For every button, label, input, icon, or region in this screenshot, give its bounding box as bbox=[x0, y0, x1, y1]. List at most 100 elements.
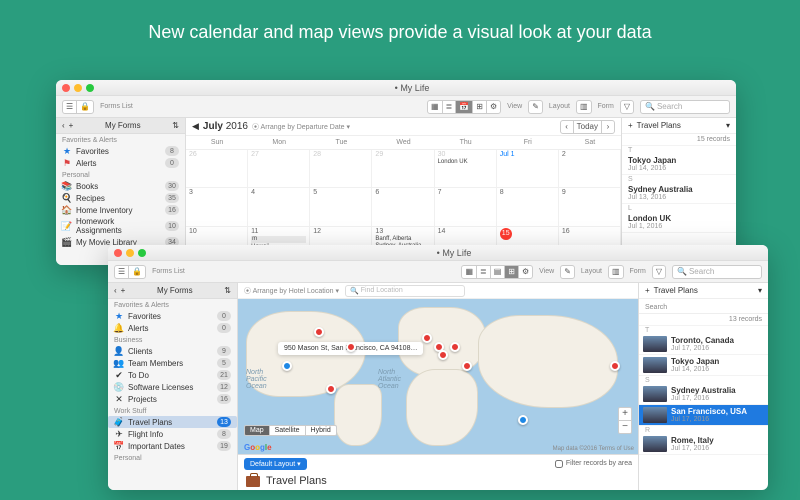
close-icon[interactable] bbox=[62, 84, 70, 92]
sidebar-item-recipes[interactable]: 🍳Recipes35 bbox=[56, 192, 185, 204]
map-pin[interactable] bbox=[462, 361, 472, 371]
day-cell[interactable]: 3 bbox=[186, 188, 248, 225]
sidebar-toggle-button[interactable]: ☰ bbox=[114, 265, 129, 279]
day-cell[interactable]: 26 bbox=[186, 150, 248, 187]
record-item[interactable]: Sydney AustraliaJul 13, 2016 bbox=[622, 183, 736, 204]
view-label: View bbox=[507, 103, 522, 110]
minimize-icon[interactable] bbox=[74, 84, 82, 92]
day-cell[interactable]: 28 bbox=[310, 150, 372, 187]
day-cell[interactable]: 2 bbox=[559, 150, 621, 187]
layout-dropdown[interactable]: Default Layout ▾ bbox=[244, 458, 307, 470]
sidebar-item-alerts[interactable]: ⚑Alerts0 bbox=[56, 157, 185, 169]
find-location-input[interactable]: 🔍 Find Location bbox=[345, 285, 465, 297]
window-title: • My Life bbox=[94, 83, 730, 93]
footer-bar: Default Layout ▾ Filter records by area bbox=[238, 454, 638, 472]
sidebar-item-licenses[interactable]: 💿Software Licenses12 bbox=[108, 381, 237, 393]
records-panel: +Travel Plans▾ Search 13 records T Toron… bbox=[638, 283, 768, 490]
day-cell[interactable]: 7 bbox=[435, 188, 497, 225]
day-cell[interactable]: 27 bbox=[248, 150, 310, 187]
lock-button[interactable]: 🔒 bbox=[76, 100, 94, 114]
form-button[interactable]: ▥ bbox=[608, 265, 624, 279]
toolbar: ☰ 🔒 Forms List ▦≣📅⊞⚙ View ✎ Layout ▥ For… bbox=[56, 96, 736, 118]
map-type-tabs[interactable]: MapSatelliteHybrid bbox=[244, 425, 337, 436]
zoom-icon[interactable] bbox=[86, 84, 94, 92]
day-cell[interactable]: 29 bbox=[372, 150, 434, 187]
record-item[interactable]: Toronto, CanadaJul 17, 2016 bbox=[639, 334, 768, 355]
records-panel: +Travel Plans▾ 15 records T Tokyo JapanJ… bbox=[621, 118, 736, 265]
sidebar-item-team[interactable]: 👥Team Members5 bbox=[108, 357, 237, 369]
sidebar-item-todo[interactable]: ✔To Do21 bbox=[108, 369, 237, 381]
forms-list-label: Forms List bbox=[100, 103, 133, 110]
record-item[interactable]: Tokyo JapanJul 14, 2016 bbox=[639, 355, 768, 376]
sidebar-toggle-button[interactable]: ☰ bbox=[62, 100, 77, 114]
record-item[interactable]: Sydney AustraliaJul 17, 2016 bbox=[639, 384, 768, 405]
sidebar-title: My Forms bbox=[77, 121, 168, 130]
record-count: 15 records bbox=[622, 134, 736, 146]
map-credit: Map data ©2016 Terms of Use bbox=[553, 446, 634, 452]
record-item[interactable]: Tokyo JapanJul 14, 2016 bbox=[622, 154, 736, 175]
sidebar-item-projects[interactable]: ✕Projects16 bbox=[108, 393, 237, 405]
sidebar-item-flight-info[interactable]: ✈Flight Info8 bbox=[108, 428, 237, 440]
sidebar-category: Favorites & Alerts bbox=[56, 134, 185, 145]
day-cell[interactable]: 30London UK bbox=[435, 150, 497, 187]
day-cell[interactable]: 8 bbox=[497, 188, 559, 225]
arrange-label[interactable]: Arrange by Departure Date bbox=[261, 124, 345, 131]
sidebar-item-home-inventory[interactable]: 🏠Home Inventory16 bbox=[56, 204, 185, 216]
map-window: • My Life ☰🔒 Forms List ▦≣▤⊞⚙ View ✎Layo… bbox=[108, 245, 768, 490]
panel-title: Travel Plans bbox=[637, 121, 722, 130]
filter-button[interactable]: ▽ bbox=[620, 100, 634, 114]
calendar-nav[interactable]: ‹Today› bbox=[560, 120, 615, 134]
day-cell[interactable]: Jul 1 bbox=[497, 150, 559, 187]
window-title: • My Life bbox=[146, 248, 762, 258]
sidebar-title: My Forms bbox=[129, 286, 220, 295]
zoom-controls[interactable]: +− bbox=[618, 407, 632, 434]
day-cell[interactable]: 6 bbox=[372, 188, 434, 225]
headline: New calendar and map views provide a vis… bbox=[0, 0, 800, 57]
sidebar-item-homework[interactable]: 📝Homework Assignments10 bbox=[56, 216, 185, 236]
map-pin[interactable] bbox=[518, 415, 528, 425]
record-item[interactable]: Rome, ItalyJul 17, 2016 bbox=[639, 434, 768, 455]
map-pin[interactable] bbox=[282, 361, 292, 371]
day-cell[interactable]: 4 bbox=[248, 188, 310, 225]
sidebar-item-travel-plans[interactable]: 🧳Travel Plans13 bbox=[108, 416, 237, 428]
search-label: Search bbox=[645, 304, 667, 311]
titlebar: • My Life bbox=[56, 80, 736, 96]
lock-button[interactable]: 🔒 bbox=[128, 265, 146, 279]
minimize-icon[interactable] bbox=[126, 249, 134, 257]
layout-button[interactable]: ✎ bbox=[528, 100, 543, 114]
sidebar: ‹+My Forms⇅ Favorites & Alerts ★Favorite… bbox=[108, 283, 238, 490]
record-item-selected[interactable]: San Francisco, USAJul 17, 2016 bbox=[639, 405, 768, 426]
sidebar-category: Personal bbox=[56, 169, 185, 180]
day-cell[interactable]: 9 bbox=[559, 188, 621, 225]
layout-button[interactable]: ✎ bbox=[560, 265, 575, 279]
arrange-label[interactable]: Arrange by Hotel Location bbox=[253, 288, 334, 295]
record-item[interactable]: London UKJul 1, 2016 bbox=[622, 212, 736, 233]
zoom-icon[interactable] bbox=[138, 249, 146, 257]
search-input[interactable]: 🔍 Search bbox=[640, 100, 730, 114]
view-switcher[interactable]: ▦≣📅⊞⚙ bbox=[427, 100, 501, 114]
calendar-month: July 2016 bbox=[203, 121, 248, 132]
sidebar-item-alerts[interactable]: 🔔Alerts0 bbox=[108, 322, 237, 334]
sidebar: ‹+My Forms⇅ Favorites & Alerts ★Favorite… bbox=[56, 118, 186, 265]
close-icon[interactable] bbox=[114, 249, 122, 257]
sidebar-item-favorites[interactable]: ★Favorites8 bbox=[56, 145, 185, 157]
sidebar-item-clients[interactable]: 👤Clients9 bbox=[108, 345, 237, 357]
map-pin[interactable] bbox=[326, 384, 336, 394]
sidebar-item-favorites[interactable]: ★Favorites0 bbox=[108, 310, 237, 322]
day-cell[interactable]: 5 bbox=[310, 188, 372, 225]
toolbar: ☰🔒 Forms List ▦≣▤⊞⚙ View ✎Layout ▥Form ▽… bbox=[108, 261, 768, 283]
record-count: 13 records bbox=[639, 314, 768, 326]
sidebar-item-important-dates[interactable]: 📅Important Dates19 bbox=[108, 440, 237, 452]
map-view[interactable]: North Pacific Ocean North Atlantic Ocean… bbox=[238, 299, 638, 454]
filter-by-area-checkbox[interactable]: Filter records by area bbox=[555, 460, 632, 468]
calendar-window: • My Life ☰ 🔒 Forms List ▦≣📅⊞⚙ View ✎ La… bbox=[56, 80, 736, 265]
filter-button[interactable]: ▽ bbox=[652, 265, 666, 279]
search-input[interactable]: 🔍 Search bbox=[672, 265, 762, 279]
map-pin[interactable] bbox=[314, 327, 324, 337]
map-pin[interactable] bbox=[610, 361, 620, 371]
form-title: Travel Plans bbox=[238, 472, 638, 490]
view-switcher[interactable]: ▦≣▤⊞⚙ bbox=[461, 265, 533, 279]
sidebar-item-books[interactable]: 📚Books30 bbox=[56, 180, 185, 192]
form-button[interactable]: ▥ bbox=[576, 100, 592, 114]
layout-label: Layout bbox=[549, 103, 570, 110]
